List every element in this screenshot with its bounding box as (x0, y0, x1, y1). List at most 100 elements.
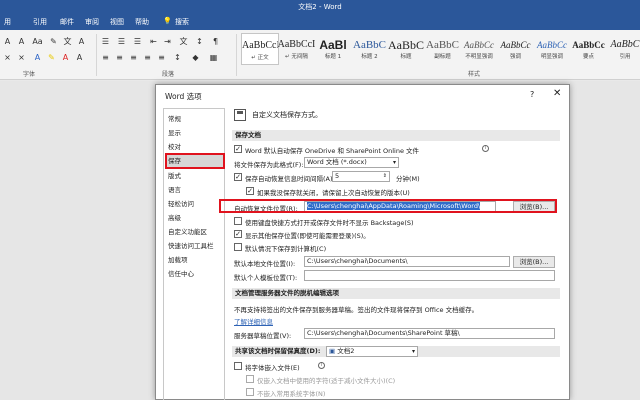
justify-icon[interactable]: ≡ (142, 52, 153, 63)
spinner-arrows-icon: ⇕ (382, 173, 387, 179)
style-card[interactable]: AaBbCc 强调 (497, 33, 535, 65)
style-card[interactable]: AaBl 标题 1 (314, 33, 352, 65)
numbering-icon[interactable]: ☰ (116, 36, 127, 47)
nav-item-advanced[interactable]: 高级 (167, 212, 223, 224)
style-name: 标题 2 (361, 54, 378, 60)
learn-more-link[interactable]: 了解详细信息 (234, 316, 273, 326)
fidelity-document-value: 文档2 (337, 347, 355, 355)
embed-subset-checkbox[interactable] (246, 375, 254, 383)
paragraph-group-label: 段落 (162, 71, 175, 78)
change-case-icon[interactable]: Aa (32, 36, 43, 47)
nav-item-accessibility[interactable]: 轻松访问 (167, 198, 223, 210)
style-card[interactable]: AaBbC 引用 (606, 33, 640, 65)
nav-item-quick-access[interactable]: 快速访问工具栏 (167, 240, 223, 252)
nav-item-addins[interactable]: 加载项 (167, 254, 223, 266)
style-card[interactable]: AaBbC 标题 2 (351, 33, 389, 65)
autorecover-checkbox[interactable]: ✓ (234, 173, 242, 181)
style-gallery: AaBbCcI ↵ 正文 AaBbCcI ↵ 无间隔 AaBl 标题 1 AaBbC 标题 2… (241, 33, 640, 67)
default-local-path-input[interactable]: C:\Users\chenghai\Documents\ (304, 256, 510, 267)
style-sample: AaBbC (353, 39, 386, 51)
style-sample: AaBbCc (572, 40, 605, 50)
phonetic-icon[interactable]: 文 (62, 36, 73, 47)
superscript-icon[interactable]: × (16, 52, 27, 63)
style-card[interactable]: AaBbCc 明显强调 (533, 33, 571, 65)
server-drafts-label: 服务器草稿位置(V): (234, 332, 292, 340)
backstage-checkbox[interactable] (234, 217, 242, 225)
tab-mailings[interactable]: 邮件 (60, 17, 74, 27)
help-icon[interactable]: ? (530, 90, 534, 99)
show-marks-icon[interactable]: ¶ (210, 36, 221, 47)
nav-item-language[interactable]: 语言 (167, 184, 223, 196)
decrease-indent-icon[interactable]: ⇤ (148, 36, 159, 47)
nav-item-general[interactable]: 常规 (167, 113, 223, 125)
increase-indent-icon[interactable]: ⇥ (162, 36, 173, 47)
autorecover-minutes-spinner[interactable]: 5 ⇕ (332, 171, 390, 182)
personal-template-input[interactable] (304, 270, 555, 281)
nav-item-customize-ribbon[interactable]: 自定义功能区 (167, 226, 223, 238)
style-sample: AaBbCc (500, 40, 531, 50)
borders-icon[interactable]: ▦ (208, 52, 219, 63)
save-to-computer-label: 默认情况下保存到计算机(C) (245, 245, 327, 253)
save-options-panel: 自定义文档保存方式。 保存文档 ✓ Word 默认自动保存 OneDrive 和… (232, 108, 560, 400)
fidelity-document-dropdown[interactable]: ▣ 文档2 (326, 346, 418, 357)
dialog-title: Word 选项 (165, 92, 202, 101)
nav-item-proofing[interactable]: 校对 (167, 141, 223, 153)
subscript-icon[interactable]: × (2, 52, 13, 63)
font-size-down-icon[interactable]: A (16, 36, 27, 47)
style-card[interactable]: AaBbC 标题 (387, 33, 425, 65)
clear-format-icon[interactable]: ✎ (48, 36, 59, 47)
style-card[interactable]: AaBbCc 要点 (570, 33, 608, 65)
offline-note: 不再支持将签出的文件保存到服务器草稿。签出的文件现将保存到 Office 文档缓… (234, 306, 479, 314)
browse-local-button[interactable]: 浏览(B)... (513, 256, 555, 268)
server-drafts-input[interactable]: C:\Users\chenghai\Documents\SharePoint 草… (304, 328, 555, 339)
tab-layout[interactable]: 用 (4, 17, 11, 27)
distributed-icon[interactable]: ≡ (156, 52, 167, 63)
font-size-up-icon[interactable]: A (2, 36, 13, 47)
style-card[interactable]: AaBbCcI ↵ 正文 (241, 33, 279, 65)
shading-icon[interactable]: A (74, 52, 85, 63)
style-sample: AaBbCcI (242, 40, 278, 51)
embed-fonts-checkbox[interactable] (234, 362, 242, 370)
autosave-checkbox[interactable]: ✓ (234, 145, 242, 153)
tab-review[interactable]: 审阅 (85, 17, 99, 27)
tab-references[interactable]: 引用 (33, 17, 47, 27)
style-sample: AaBbC (610, 39, 640, 50)
group-divider (236, 34, 237, 76)
shading-fill-icon[interactable]: ◆ (190, 52, 201, 63)
style-sample: AaBbC (426, 39, 459, 51)
chinese-layout-icon[interactable]: 文 (178, 36, 189, 47)
style-name: 强调 (509, 54, 521, 60)
style-name: ↵ 正文 (251, 55, 269, 61)
no-common-fonts-checkbox[interactable] (246, 388, 254, 396)
line-spacing-icon[interactable]: ↕ (172, 52, 183, 63)
nav-item-trust-center[interactable]: 信任中心 (167, 268, 223, 280)
keep-last-version-checkbox[interactable]: ✓ (246, 187, 254, 195)
multilevel-list-icon[interactable]: ☰ (132, 36, 143, 47)
tab-view[interactable]: 视图 (110, 17, 124, 27)
bullets-icon[interactable]: ☰ (100, 36, 111, 47)
save-to-computer-checkbox[interactable] (234, 243, 242, 251)
style-card[interactable]: AaBbC 副标题 (424, 33, 462, 65)
text-effect-icon[interactable]: A (32, 52, 43, 63)
close-icon[interactable]: ✕ (553, 88, 561, 99)
show-other-locations-checkbox[interactable]: ✓ (234, 230, 242, 238)
highlight-icon[interactable]: ✎ (46, 52, 57, 63)
font-color-icon[interactable]: A (60, 52, 71, 63)
nav-item-typography[interactable]: 版式 (167, 170, 223, 182)
nav-item-save[interactable]: 保存 (165, 153, 225, 169)
style-card[interactable]: AaBbCcI ↵ 无间隔 (278, 33, 316, 65)
section-offline-editing: 文档管理服务器文件的脱机编辑选项 (232, 288, 560, 299)
align-right-icon[interactable]: ≡ (128, 52, 139, 63)
align-center-icon[interactable]: ≡ (114, 52, 125, 63)
save-format-dropdown[interactable]: Word 文档 (*.docx) (304, 157, 399, 168)
sort-icon[interactable]: ↕ (194, 36, 205, 47)
tab-search[interactable]: 搜索 (175, 17, 189, 27)
tab-help[interactable]: 帮助 (135, 17, 149, 27)
char-border-icon[interactable]: A (76, 36, 87, 47)
style-name: ↵ 无间隔 (285, 54, 308, 60)
nav-item-display[interactable]: 显示 (167, 127, 223, 139)
align-left-icon[interactable]: ≡ (100, 52, 111, 63)
show-other-locations-label: 显示其他保存位置(即使可能需要登录)(S)。 (245, 232, 370, 240)
section-save-documents: 保存文档 (232, 130, 560, 141)
style-card[interactable]: AaBbCc 不明显强调 (460, 33, 498, 65)
